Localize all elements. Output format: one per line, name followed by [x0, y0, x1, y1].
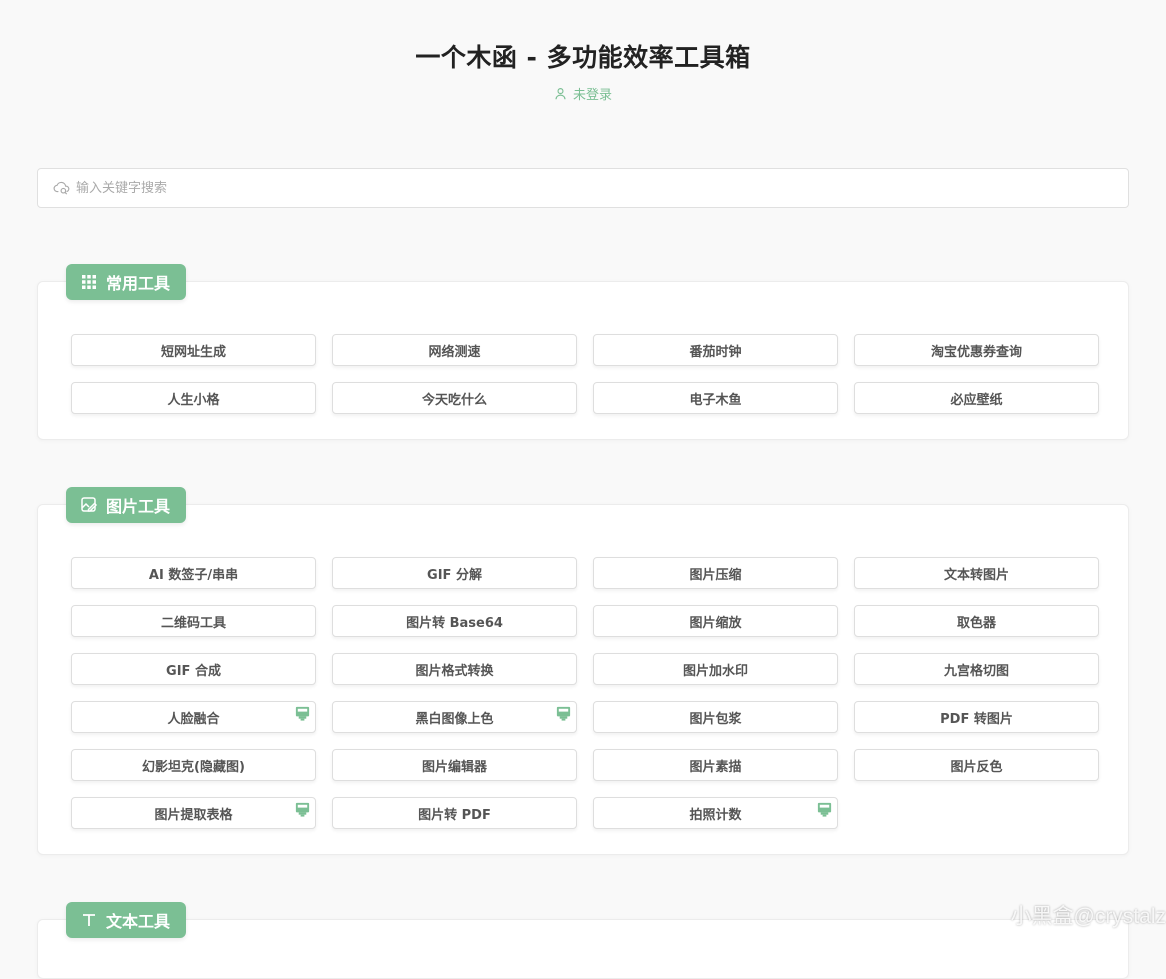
tool-button[interactable]: 今天吃什么 [332, 382, 577, 414]
section-label-text: 文本工具 [66, 902, 186, 938]
tool-button[interactable]: 图片压缩 [593, 557, 838, 589]
section-label-image: 图片工具 [66, 487, 186, 523]
tool-label: 幻影坦克(隐藏图) [142, 756, 245, 775]
tool-label: 图片转 PDF [418, 804, 491, 823]
desktop-badge-icon [555, 705, 572, 722]
tool-label: 拍照计数 [689, 804, 741, 823]
tool-label: 取色器 [957, 612, 996, 631]
tool-grid-image: AI 数签子/串串 GIF 分解 图片压缩 文本转图片二维码工具 图片转 Base64 图… [71, 557, 1099, 829]
tool-label: 人生小格 [167, 389, 219, 408]
section-card-image: AI 数签子/串串 GIF 分解 图片压缩 文本转图片二维码工具 图片转 Base64 图… [37, 504, 1129, 855]
tool-button[interactable]: GIF 合成 [71, 653, 316, 685]
tool-button[interactable]: 九宫格切图 [854, 653, 1099, 685]
image-edit-icon [80, 496, 98, 514]
tool-button[interactable]: 文本转图片 [854, 557, 1099, 589]
tool-label: AI 数签子/串串 [149, 564, 238, 583]
tool-button[interactable]: 二维码工具 [71, 605, 316, 637]
tool-button[interactable]: 电子木鱼 [593, 382, 838, 414]
desktop-badge-icon [294, 801, 311, 818]
tool-button[interactable]: 图片缩放 [593, 605, 838, 637]
tool-button[interactable]: AI 数签子/串串 [71, 557, 316, 589]
tool-button[interactable]: 图片转 PDF [332, 797, 577, 829]
tool-button[interactable]: 拍照计数 [593, 797, 838, 829]
desktop-badge-icon [816, 801, 833, 818]
tool-label: 二维码工具 [161, 612, 226, 631]
tool-label: 番茄时钟 [689, 341, 741, 360]
tool-label: 今天吃什么 [422, 389, 487, 408]
tool-label: 人脸融合 [167, 708, 219, 727]
section-title: 常用工具 [106, 270, 170, 294]
section-label-common: 常用工具 [66, 264, 186, 300]
tool-button[interactable]: 番茄时钟 [593, 334, 838, 366]
tool-label: PDF 转图片 [940, 708, 1013, 727]
tool-label: 图片格式转换 [415, 660, 493, 679]
tool-button[interactable]: 取色器 [854, 605, 1099, 637]
tool-label: GIF 合成 [166, 660, 221, 679]
tool-grid-common: 短网址生成 网络测速 番茄时钟 淘宝优惠券查询人生小格 今天吃什么 电子木鱼 必应壁纸 [71, 334, 1099, 414]
tool-label: 网络测速 [428, 341, 480, 360]
tool-button[interactable]: 图片加水印 [593, 653, 838, 685]
tool-label: 图片加水印 [683, 660, 748, 679]
tool-label: 图片包浆 [689, 708, 741, 727]
tool-button[interactable]: 图片素描 [593, 749, 838, 781]
user-icon [554, 87, 567, 100]
login-status-label: 未登录 [573, 84, 612, 103]
grid-icon [80, 273, 98, 291]
tool-label: 图片缩放 [689, 612, 741, 631]
tool-label: 淘宝优惠券查询 [931, 341, 1022, 360]
tool-label: 文本转图片 [944, 564, 1009, 583]
tool-label: 图片转 Base64 [406, 612, 503, 631]
page-title: 一个木函 - 多功能效率工具箱 [0, 38, 1166, 74]
login-status[interactable]: 未登录 [0, 84, 1166, 103]
tool-button[interactable]: 图片反色 [854, 749, 1099, 781]
tool-label: 黑白图像上色 [415, 708, 493, 727]
tool-button[interactable]: 人脸融合 [71, 701, 316, 733]
tool-label: 图片素描 [689, 756, 741, 775]
text-icon [80, 911, 98, 929]
cloud-search-icon [53, 179, 71, 197]
tool-button[interactable]: PDF 转图片 [854, 701, 1099, 733]
tool-button[interactable]: 必应壁纸 [854, 382, 1099, 414]
tool-button[interactable]: 短网址生成 [71, 334, 316, 366]
section-card-text [37, 919, 1129, 979]
tool-button[interactable]: 图片包浆 [593, 701, 838, 733]
search-bar [37, 168, 1129, 208]
tool-button[interactable]: GIF 分解 [332, 557, 577, 589]
tool-button[interactable]: 网络测速 [332, 334, 577, 366]
tool-label: 电子木鱼 [689, 389, 741, 408]
watermark: 小黑盒@crystalz [1011, 900, 1166, 930]
tool-label: 九宫格切图 [944, 660, 1009, 679]
tool-label: GIF 分解 [427, 564, 482, 583]
tool-button[interactable]: 图片转 Base64 [332, 605, 577, 637]
search-input[interactable] [74, 180, 1078, 197]
tool-button[interactable]: 图片提取表格 [71, 797, 316, 829]
section-title: 图片工具 [106, 493, 170, 517]
tool-label: 图片提取表格 [154, 804, 232, 823]
desktop-badge-icon [294, 705, 311, 722]
tool-button[interactable]: 幻影坦克(隐藏图) [71, 749, 316, 781]
section-title: 文本工具 [106, 908, 170, 932]
tool-label: 图片压缩 [689, 564, 741, 583]
tool-label: 必应壁纸 [950, 389, 1002, 408]
tool-label: 图片编辑器 [422, 756, 487, 775]
tool-label: 短网址生成 [161, 341, 226, 360]
section-card-common: 短网址生成 网络测速 番茄时钟 淘宝优惠券查询人生小格 今天吃什么 电子木鱼 必应壁纸 [37, 281, 1129, 440]
tool-button[interactable]: 人生小格 [71, 382, 316, 414]
tool-button[interactable]: 图片编辑器 [332, 749, 577, 781]
tool-button[interactable]: 图片格式转换 [332, 653, 577, 685]
tool-label: 图片反色 [950, 756, 1002, 775]
tool-button[interactable]: 淘宝优惠券查询 [854, 334, 1099, 366]
tool-button[interactable]: 黑白图像上色 [332, 701, 577, 733]
